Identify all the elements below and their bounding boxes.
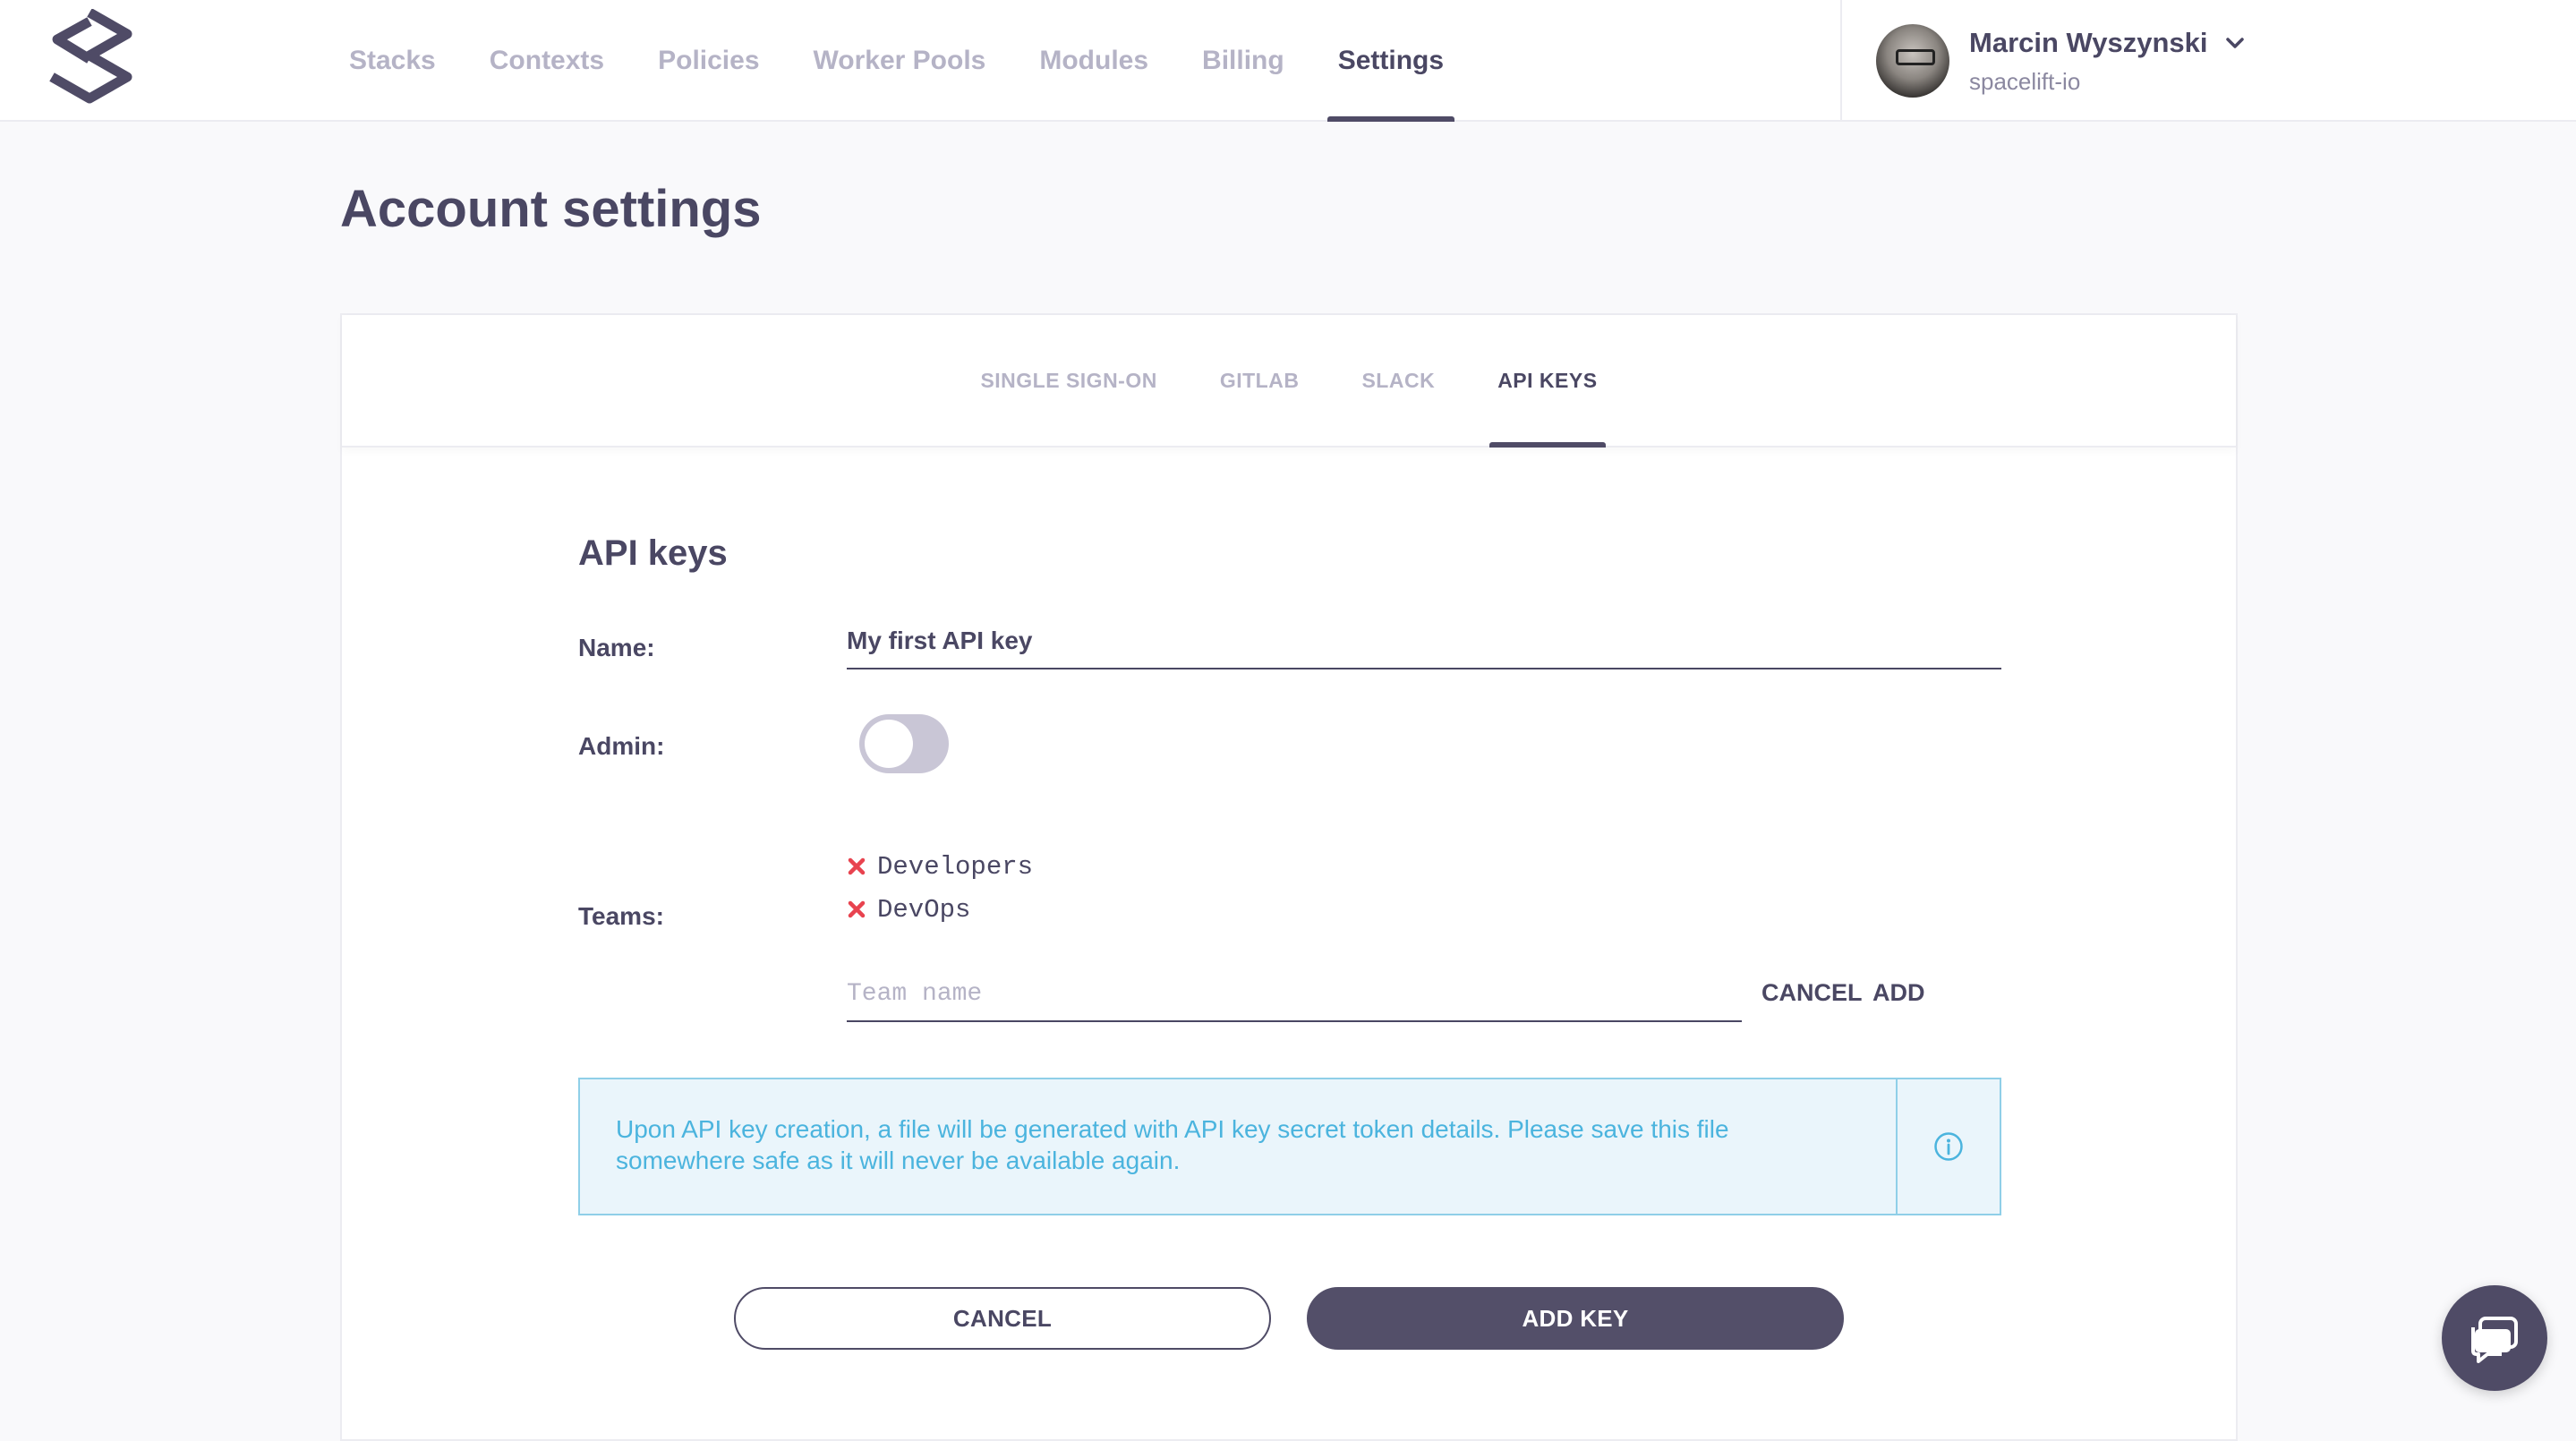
nav-item-settings[interactable]: Settings: [1311, 0, 1471, 122]
team-item: DevOps: [847, 888, 1033, 931]
name-label: Name:: [578, 634, 655, 661]
section-title: API keys: [578, 533, 728, 573]
tab-gitlab[interactable]: GITLAB: [1189, 315, 1331, 446]
nav-item-stacks[interactable]: Stacks: [322, 0, 463, 122]
nav-item-modules[interactable]: Modules: [1012, 0, 1175, 122]
team-add-button[interactable]: ADD: [1872, 979, 1925, 1007]
user-org: spacelift-io: [1969, 67, 2081, 95]
team-name: DevOps: [877, 894, 971, 925]
user-menu[interactable]: Marcin Wyszynski spacelift-io: [1876, 21, 2247, 100]
nav-item-billing[interactable]: Billing: [1175, 0, 1311, 122]
admin-label: Admin:: [578, 732, 665, 760]
user-name: Marcin Wyszynski: [1969, 26, 2208, 58]
add-key-button[interactable]: ADD KEY: [1307, 1287, 1844, 1350]
settings-tabs: SINGLE SIGN-ON GITLAB SLACK API KEYS: [342, 315, 2236, 448]
info-callout: Upon API key creation, a file will be ge…: [578, 1078, 2001, 1215]
info-icon: [1934, 1132, 1963, 1161]
team-list: Developers DevOps: [847, 845, 1033, 931]
nav-item-worker-pools[interactable]: Worker Pools: [787, 0, 1013, 122]
info-text: Upon API key creation, a file will be ge…: [616, 1115, 1729, 1174]
team-cancel-button[interactable]: CANCEL: [1761, 979, 1863, 1007]
chat-icon: [2471, 1317, 2518, 1363]
team-name: Developers: [877, 851, 1034, 882]
toggle-knob: [865, 720, 913, 768]
chevron-down-icon[interactable]: [2223, 31, 2247, 55]
page-title: Account settings: [340, 180, 762, 238]
top-bar: Stacks Contexts Policies Worker Pools Mo…: [0, 0, 2576, 122]
cancel-button[interactable]: CANCEL: [734, 1287, 1271, 1350]
admin-toggle[interactable]: [859, 714, 949, 773]
nav-divider: [1840, 0, 1842, 122]
spacelift-logo-icon[interactable]: [45, 9, 134, 109]
team-item: Developers: [847, 845, 1033, 888]
teams-label: Teams:: [578, 902, 664, 930]
settings-card: SINGLE SIGN-ON GITLAB SLACK API KEYS API…: [340, 313, 2238, 1441]
nav-item-contexts[interactable]: Contexts: [463, 0, 631, 122]
remove-team-icon[interactable]: [847, 900, 866, 919]
tab-slack[interactable]: SLACK: [1330, 315, 1466, 446]
team-name-input[interactable]: [847, 967, 1742, 1022]
remove-team-icon[interactable]: [847, 857, 866, 876]
tab-api-keys[interactable]: API KEYS: [1466, 315, 1628, 448]
nav-item-policies[interactable]: Policies: [631, 0, 786, 122]
name-input[interactable]: [847, 614, 2001, 669]
tab-single-sign-on[interactable]: SINGLE SIGN-ON: [949, 315, 1188, 446]
chat-widget-button[interactable]: [2442, 1285, 2547, 1391]
main-nav: Stacks Contexts Policies Worker Pools Mo…: [322, 0, 1471, 122]
avatar: [1876, 24, 1949, 98]
